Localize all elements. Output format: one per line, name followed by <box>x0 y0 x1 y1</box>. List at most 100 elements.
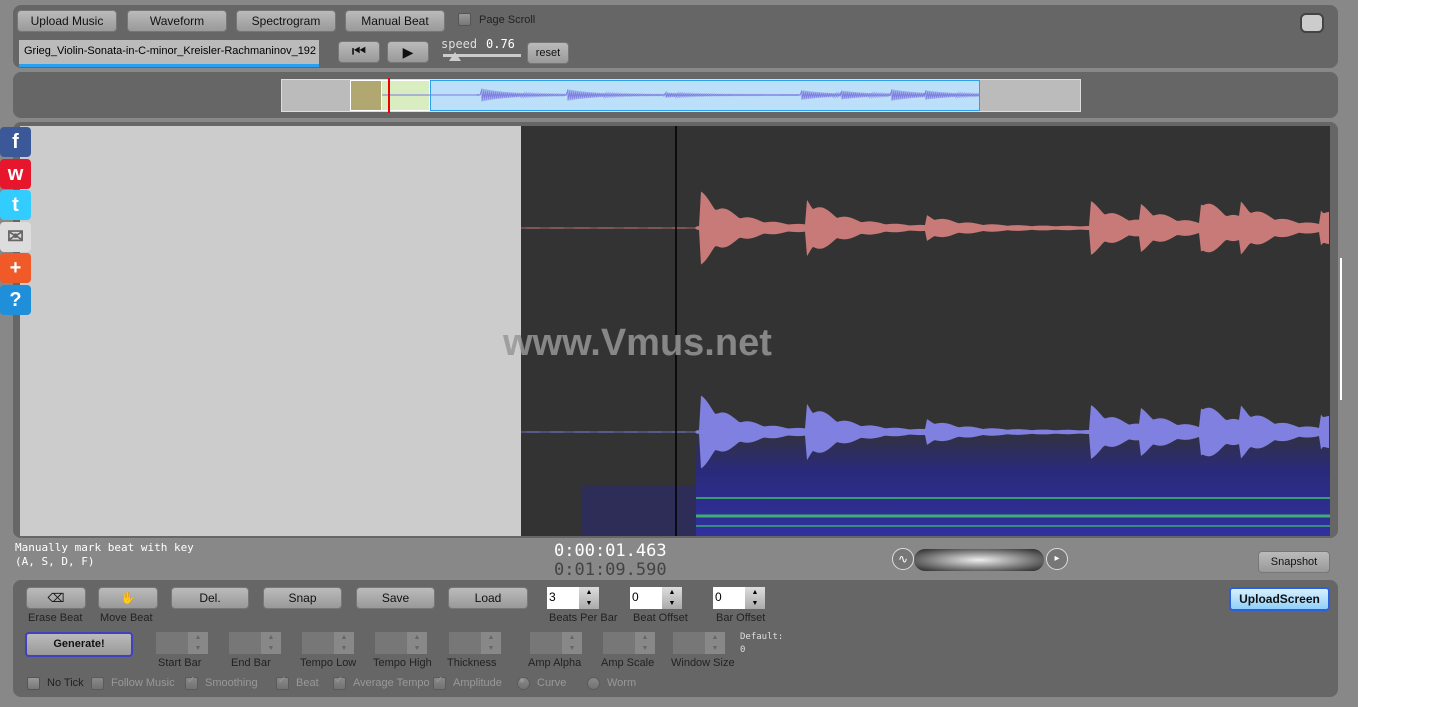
hint-text: Manually mark beat with key (A, S, D, F) <box>15 541 194 569</box>
delete-button[interactable]: Del. <box>171 587 249 609</box>
snap-button[interactable]: Snap <box>263 587 342 609</box>
save-button[interactable]: Save <box>356 587 435 609</box>
spectrogram-button[interactable]: Spectrogram <box>236 10 336 32</box>
filename-input[interactable]: Grieg_Violin-Sonata-in-C-minor_Kreisler-… <box>19 40 319 67</box>
stepper-arrows[interactable]: ▲ ▼ <box>334 632 354 654</box>
option-label: Follow Music <box>111 677 175 689</box>
param-value[interactable] <box>229 632 261 654</box>
snapshot-button[interactable]: Snapshot <box>1258 551 1330 573</box>
load-button[interactable]: Load <box>448 587 528 609</box>
help-icon[interactable]: ? <box>0 284 31 315</box>
beat-offset-label: Beat Offset <box>633 612 688 624</box>
param-label: Window Size <box>671 657 735 669</box>
param-stepper[interactable]: ▲ ▼ <box>302 632 354 654</box>
speed-value: 0.76 <box>486 37 515 51</box>
stepper-arrows[interactable]: ▲ ▼ <box>579 587 599 609</box>
param-value[interactable] <box>156 632 188 654</box>
worm-radio[interactable] <box>587 677 600 690</box>
stepper-arrows[interactable]: ▲ ▼ <box>635 632 655 654</box>
reset-button[interactable]: reset <box>527 42 569 64</box>
param-stepper[interactable]: ▲ ▼ <box>375 632 427 654</box>
beat-checkbox[interactable]: ✓ <box>276 675 289 690</box>
param-label: Start Bar <box>158 657 202 669</box>
curve-radio[interactable]: ● <box>517 675 530 690</box>
stepper-arrows[interactable]: ▲ ▼ <box>562 632 582 654</box>
follow-music-checkbox[interactable] <box>91 677 104 690</box>
param-stepper[interactable]: ▲ ▼ <box>603 632 655 654</box>
stepper-arrows[interactable]: ▲ ▼ <box>481 632 501 654</box>
fullscreen-icon[interactable] <box>1300 13 1324 33</box>
erase-beat-label: Erase Beat <box>28 612 83 624</box>
param-value[interactable] <box>302 632 334 654</box>
beats-per-bar-label: Beats Per Bar <box>549 612 618 624</box>
stepper-arrows[interactable]: ▲ ▼ <box>188 632 208 654</box>
param-stepper[interactable]: ▲ ▼ <box>530 632 582 654</box>
stepper-arrows[interactable]: ▲ ▼ <box>662 587 682 609</box>
stepper-arrows[interactable]: ▲ ▼ <box>261 632 281 654</box>
overview-waveform <box>382 88 980 102</box>
overview-panel <box>13 72 1338 118</box>
bar-offset-stepper[interactable]: 0 ▲ ▼ <box>713 587 765 609</box>
stepper-arrows[interactable]: ▲ ▼ <box>745 587 765 609</box>
upload-screen-button[interactable]: UploadScreen <box>1229 587 1330 611</box>
param-value[interactable] <box>530 632 562 654</box>
option-label: Amplitude <box>453 677 502 689</box>
no-tick-checkbox[interactable] <box>27 677 40 690</box>
param-value[interactable] <box>375 632 407 654</box>
waveform-top <box>521 191 1329 265</box>
plus-icon[interactable]: + <box>0 253 31 283</box>
beat-offset-value[interactable]: 0 <box>630 587 662 609</box>
play-button[interactable]: ▶ <box>387 41 429 63</box>
page-scroll-checkbox[interactable] <box>458 13 471 26</box>
waveform-button[interactable]: Waveform <box>127 10 227 32</box>
param-value[interactable] <box>449 632 481 654</box>
param-value[interactable] <box>673 632 705 654</box>
param-value[interactable] <box>603 632 635 654</box>
hint-line-2: (A, S, D, F) <box>15 555 95 568</box>
param-label: Tempo Low <box>300 657 357 669</box>
beat-offset-stepper[interactable]: 0 ▲ ▼ <box>630 587 682 609</box>
waveform-zoom-icon[interactable]: ∿ <box>892 548 914 570</box>
stepper-arrows[interactable]: ▲ ▼ <box>705 632 725 654</box>
default-value: 0 <box>740 645 746 655</box>
param-label: End Bar <box>231 657 271 669</box>
top-toolbar: Upload Music Waveform Spectrogram Manual… <box>13 5 1338 68</box>
amplitude-checkbox[interactable]: ✓ <box>433 675 446 690</box>
beat-panel: ⌫ Erase Beat ✋ Move Beat Del. Snap Save … <box>13 580 1338 697</box>
move-beat-button[interactable]: ✋ <box>98 587 158 609</box>
speed-slider[interactable] <box>443 52 521 61</box>
page-scrollbar[interactable] <box>1340 258 1348 400</box>
twitter-icon[interactable]: t <box>0 190 31 220</box>
param-label: Amp Alpha <box>528 657 582 669</box>
zoom-slider[interactable] <box>914 549 1044 571</box>
stepper-arrows[interactable]: ▲ ▼ <box>407 632 427 654</box>
option-label: Smoothing <box>205 677 258 689</box>
speed-label: speed <box>441 37 478 51</box>
selection-left <box>350 80 382 111</box>
envelope-zoom-icon[interactable]: ▸ <box>1046 548 1068 570</box>
manual-beat-button[interactable]: Manual Beat <box>345 10 445 32</box>
average-tempo-checkbox[interactable]: ✓ <box>333 675 346 690</box>
param-stepper[interactable]: ▲ ▼ <box>449 632 501 654</box>
bar-offset-value[interactable]: 0 <box>713 587 745 609</box>
total-time: 0:01:09.590 <box>554 560 667 580</box>
generate-button[interactable]: Generate! <box>25 632 133 657</box>
speed-slider-thumb[interactable] <box>449 52 461 61</box>
upload-music-button[interactable]: Upload Music <box>17 10 117 32</box>
param-stepper[interactable]: ▲ ▼ <box>156 632 208 654</box>
overview-strip[interactable] <box>281 78 1081 113</box>
rewind-button[interactable]: ⏮ <box>338 41 380 63</box>
mail-icon[interactable]: ✉ <box>0 221 31 252</box>
smoothing-checkbox[interactable]: ✓ <box>185 675 198 690</box>
param-stepper[interactable]: ▲ ▼ <box>673 632 725 654</box>
playhead-marker[interactable] <box>388 78 390 113</box>
weibo-icon[interactable]: w <box>0 158 31 189</box>
beat-canvas[interactable] <box>20 126 521 536</box>
beats-per-bar-value[interactable]: 3 <box>547 587 579 609</box>
facebook-icon[interactable]: f <box>0 127 31 157</box>
erase-beat-button[interactable]: ⌫ <box>26 587 86 609</box>
beats-per-bar-stepper[interactable]: 3 ▲ ▼ <box>547 587 599 609</box>
option-label: Beat <box>296 677 319 689</box>
param-stepper[interactable]: ▲ ▼ <box>229 632 281 654</box>
option-label: Curve <box>537 677 567 689</box>
